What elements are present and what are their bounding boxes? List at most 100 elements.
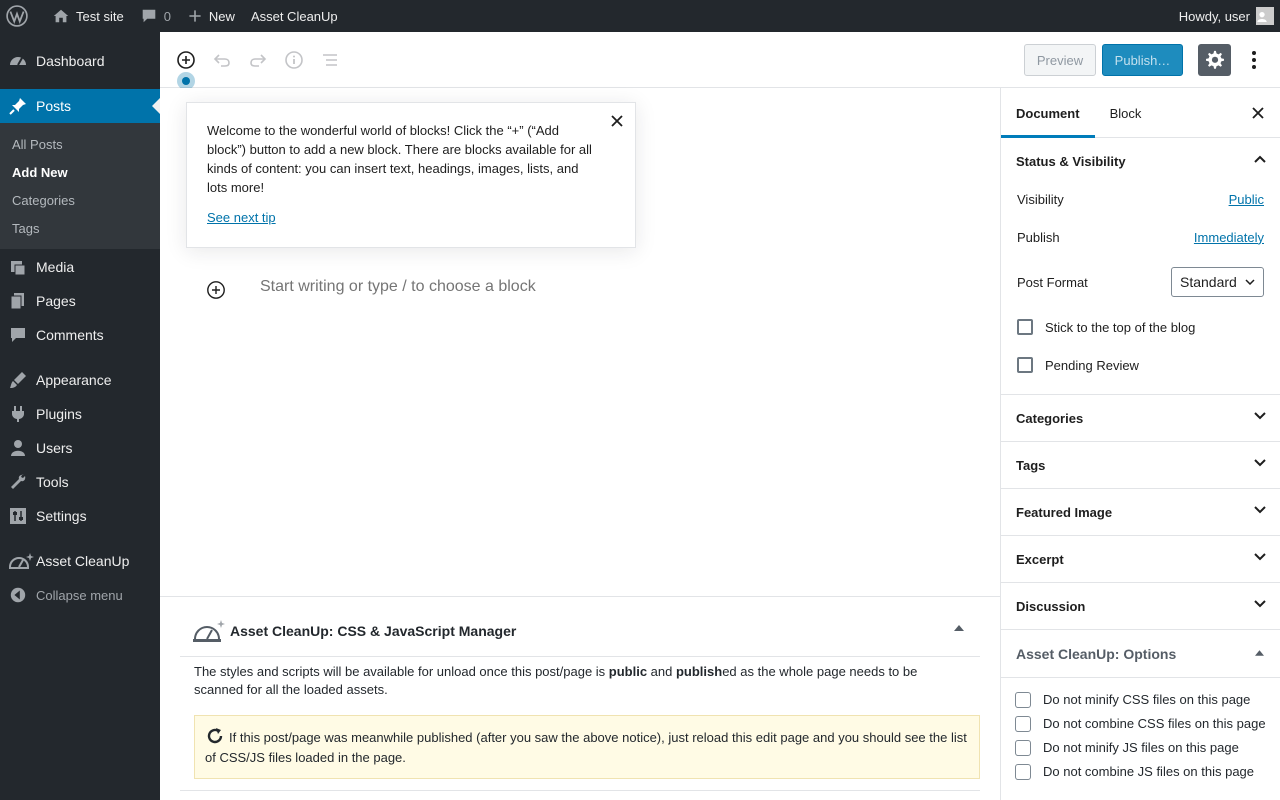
comments-count: 0 [163, 8, 171, 24]
block-inserter-button[interactable] [206, 280, 226, 300]
panel-excerpt[interactable]: Excerpt [1001, 536, 1280, 583]
media-icon [8, 257, 28, 277]
menu-label-settings: Settings [36, 508, 87, 524]
more-options-button[interactable] [1244, 48, 1264, 72]
pending-review-row[interactable]: Pending Review [1001, 346, 1280, 384]
menu-item-users[interactable]: Users [0, 431, 160, 465]
comments-link[interactable]: 0 [132, 0, 179, 32]
asset-cleanup-gauge-icon [192, 618, 226, 644]
panel-categories[interactable]: Categories [1001, 395, 1280, 442]
stick-to-top-row[interactable]: Stick to the top of the blog [1001, 308, 1280, 346]
content-info-button[interactable] [282, 48, 306, 72]
publish-date-link[interactable]: Immediately [1194, 230, 1264, 245]
pending-review-checkbox[interactable] [1017, 357, 1033, 373]
stick-to-top-checkbox[interactable] [1017, 319, 1033, 335]
add-block-button[interactable] [174, 48, 198, 72]
block-navigation-button[interactable] [318, 48, 342, 72]
menu-label-media: Media [36, 259, 75, 275]
post-format-select[interactable]: Standard [1171, 267, 1264, 297]
site-name-link[interactable]: Test site [42, 0, 132, 32]
option-checkbox[interactable] [1015, 716, 1031, 732]
submenu-all-posts[interactable]: All Posts [0, 130, 160, 158]
asset-cleanup-bar-link[interactable]: Asset CleanUp [243, 0, 346, 32]
metabox-collapse-triangle-icon[interactable] [954, 625, 964, 631]
wordpress-logo-icon[interactable] [0, 0, 42, 32]
menu-item-settings[interactable]: Settings [0, 499, 160, 533]
block-placeholder[interactable]: Start writing or type / to choose a bloc… [260, 278, 536, 296]
panel-title-discussion: Discussion [1016, 598, 1086, 614]
wrench-icon [8, 472, 28, 492]
user-icon [8, 438, 28, 458]
tip-close-button[interactable] [609, 113, 625, 129]
preview-button[interactable]: Preview [1024, 44, 1096, 76]
visibility-row: Visibility Public [1001, 180, 1280, 218]
paintbrush-icon [8, 370, 28, 390]
submenu-categories[interactable]: Categories [0, 186, 160, 214]
dashboard-gauge-icon [8, 51, 28, 71]
option-no-minify-js[interactable]: Do not minify JS files on this page [1015, 738, 1266, 757]
menu-item-asset-cleanup[interactable]: Asset CleanUp [0, 544, 160, 578]
panel-title-featured-image: Featured Image [1016, 504, 1113, 520]
chevron-down-icon [1254, 600, 1266, 608]
redo-button[interactable] [246, 48, 270, 72]
add-block-plus-icon [207, 281, 225, 299]
menu-label-dashboard: Dashboard [36, 53, 105, 69]
gear-icon [1205, 50, 1224, 69]
menu-item-posts[interactable]: Posts [0, 89, 160, 123]
new-label: New [208, 8, 235, 24]
panel-featured-image[interactable]: Featured Image [1001, 489, 1280, 536]
menu-item-dashboard[interactable]: Dashboard [0, 44, 160, 78]
tab-block[interactable]: Block [1095, 88, 1157, 138]
option-no-minify-css[interactable]: Do not minify CSS files on this page [1015, 690, 1266, 709]
panel-status-visibility: Status & Visibility Visibility Public Pu… [1001, 138, 1280, 395]
asset-cleanup-gauge-icon [8, 551, 34, 571]
home-icon [53, 9, 69, 23]
see-next-tip-link[interactable]: See next tip [207, 210, 276, 225]
chevron-down-icon [1245, 279, 1255, 285]
menu-item-plugins[interactable]: Plugins [0, 397, 160, 431]
desc-bold-public: public [608, 664, 648, 679]
close-settings-button[interactable] [1250, 105, 1266, 121]
menu-item-appearance[interactable]: Appearance [0, 363, 160, 397]
account-menu[interactable]: Howdy, user [1171, 0, 1280, 32]
collapse-menu-button[interactable]: Collapse menu [0, 578, 160, 612]
menu-item-media[interactable]: Media [0, 250, 160, 284]
asset-cleanup-options-header[interactable]: Asset CleanUp: Options [1001, 630, 1280, 678]
info-icon [285, 51, 303, 69]
option-checkbox[interactable] [1015, 692, 1031, 708]
option-no-combine-js[interactable]: Do not combine JS files on this page [1015, 762, 1266, 781]
option-checkbox[interactable] [1015, 740, 1031, 756]
greeting: Howdy, user [1178, 8, 1250, 24]
undo-button[interactable] [210, 48, 234, 72]
plug-icon [8, 404, 28, 424]
list-outline-icon [323, 54, 337, 66]
new-content-link[interactable]: New [179, 0, 243, 32]
menu-label-pages: Pages [36, 293, 76, 309]
pushpin-icon [8, 96, 28, 116]
settings-toggle-button[interactable] [1198, 44, 1231, 76]
close-icon [1252, 107, 1264, 119]
panel-tags[interactable]: Tags [1001, 442, 1280, 489]
publish-button[interactable]: Publish… [1102, 44, 1183, 76]
option-checkbox[interactable] [1015, 764, 1031, 780]
menu-item-pages[interactable]: Pages [0, 284, 160, 318]
reload-notice-text: If this post/page was meanwhile publishe… [205, 730, 967, 765]
option-no-combine-css[interactable]: Do not combine CSS files on this page [1015, 714, 1266, 733]
panel-header-status[interactable]: Status & Visibility [1001, 138, 1280, 184]
publish-row: Publish Immediately [1001, 218, 1280, 256]
chevron-down-icon [1254, 459, 1266, 467]
metabox-header[interactable]: Asset CleanUp: CSS & JavaScript Manager [180, 597, 980, 657]
tab-document[interactable]: Document [1001, 88, 1095, 138]
undo-icon [213, 54, 230, 67]
menu-label-comments: Comments [36, 327, 104, 343]
submenu-tags[interactable]: Tags [0, 214, 160, 242]
vertical-ellipsis-icon [1252, 51, 1256, 69]
tip-text: Welcome to the wonderful world of blocks… [207, 123, 592, 195]
menu-item-comments[interactable]: Comments [0, 318, 160, 352]
panel-discussion[interactable]: Discussion [1001, 583, 1280, 630]
visibility-link[interactable]: Public [1229, 192, 1264, 207]
menu-item-tools[interactable]: Tools [0, 465, 160, 499]
site-name: Test site [76, 8, 124, 24]
post-format-label: Post Format [1017, 274, 1088, 290]
submenu-add-new[interactable]: Add New [0, 158, 160, 186]
